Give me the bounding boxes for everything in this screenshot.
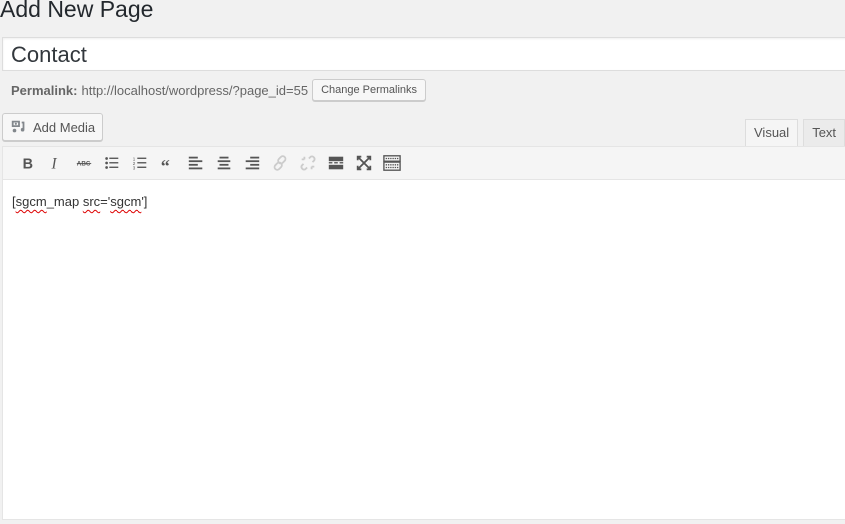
svg-text:3: 3 [133,165,136,170]
content-text: '] [141,194,148,209]
svg-text:B: B [23,156,33,172]
fullscreen-icon [356,155,372,171]
page-title: Add New Page [0,0,154,22]
italic-button[interactable]: I [42,150,70,176]
content-text: _map [46,194,83,209]
strikethrough-button[interactable]: ABC [70,150,98,176]
content-editor: B I ABC 123 “ [sgcm_map src='sgcm'] [2,146,845,520]
toolbar-toggle-button[interactable] [378,150,406,176]
keyboard-icon [383,155,401,171]
bold-icon: B [23,156,33,172]
bulleted-list-button[interactable] [98,150,126,176]
media-icon [11,120,25,133]
align-right-icon [245,156,260,170]
permalink-label: Permalink: [11,82,78,98]
misspelled-word: sgcm [15,194,47,209]
fullscreen-button[interactable] [350,150,378,176]
blockquote-icon: “ [161,156,170,172]
add-media-button[interactable]: Add Media [2,113,104,141]
align-right-button[interactable] [238,150,266,176]
misspelled-word: src [82,194,101,209]
editor-toolbar: B I ABC 123 “ [3,147,845,180]
numbered-list-button[interactable]: 123 [126,150,154,176]
read-more-button[interactable] [322,150,350,176]
misspelled-word: sgcm [110,194,142,209]
change-permalinks-button[interactable]: Change Permalinks [312,79,427,101]
svg-text:I: I [51,155,58,172]
link-icon [273,155,287,171]
insert-link-button[interactable] [266,150,294,176]
align-left-button[interactable] [182,150,210,176]
unlink-icon [300,155,316,171]
align-left-icon [188,156,203,170]
bold-button[interactable]: B [14,150,42,176]
svg-text:“: “ [161,156,170,172]
italic-icon: I [51,155,58,172]
numbered-list-icon: 123 [133,156,147,170]
tab-text[interactable]: Text [803,119,845,146]
add-media-label: Add Media [33,119,96,135]
tab-visual[interactable]: Visual [745,119,799,147]
content-text: =' [100,194,111,209]
read-more-icon [328,156,344,170]
bulleted-list-icon [105,157,119,169]
align-center-button[interactable] [210,150,238,176]
blockquote-button[interactable]: “ [154,150,182,176]
permalink-url[interactable]: http://localhost/wordpress/?page_id=55 [81,83,308,98]
post-title-input[interactable]: Contact [2,37,845,71]
editor-content[interactable]: [sgcm_map src='sgcm'] [3,180,845,223]
editor-tabs: Visual Text [745,119,845,147]
svg-text:ABC: ABC [77,161,91,168]
permalink-row: Permalink: http://localhost/wordpress/?p… [11,78,427,102]
align-center-icon [217,156,231,170]
remove-link-button[interactable] [294,150,322,176]
strikethrough-icon: ABC [76,161,92,168]
